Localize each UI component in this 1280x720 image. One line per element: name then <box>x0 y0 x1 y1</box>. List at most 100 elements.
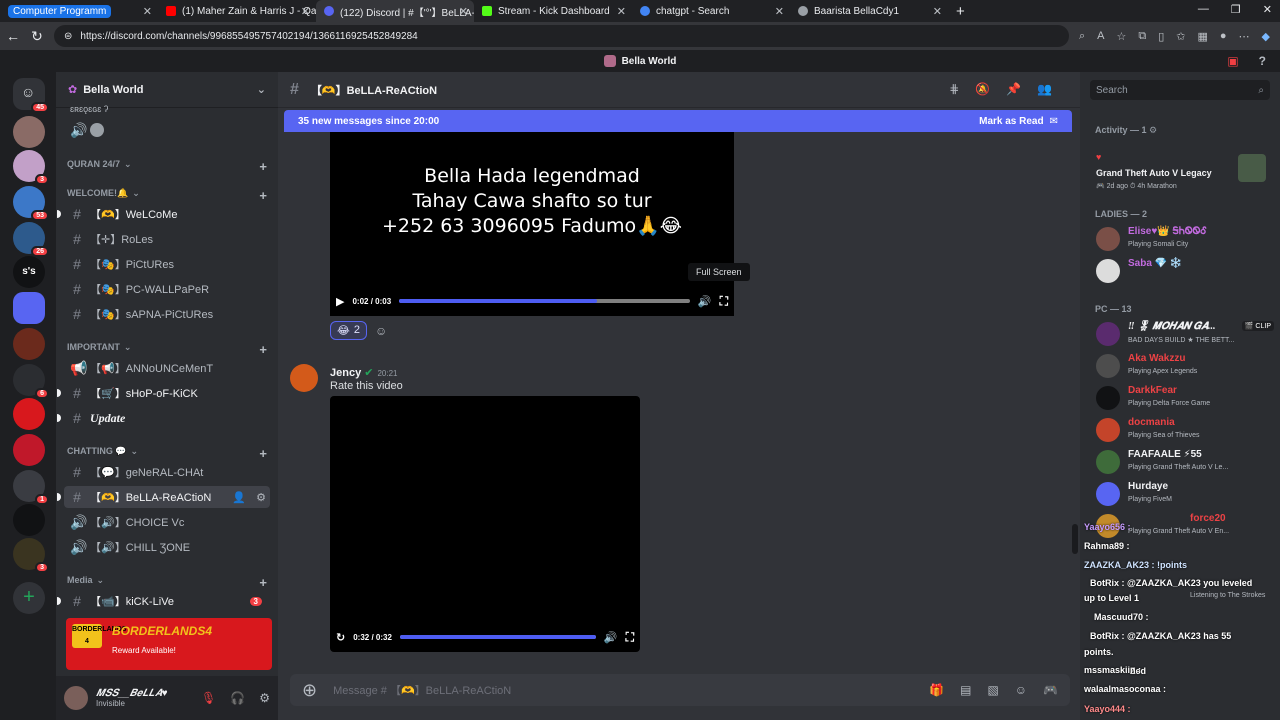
message-author[interactable]: Jency ✔ 20:21 <box>330 366 398 379</box>
fullscreen-icon[interactable]: ⛶ <box>720 294 728 309</box>
split-screen-icon[interactable]: ▯ <box>1158 30 1164 43</box>
close-icon[interactable]: ✕ <box>617 5 626 18</box>
add-channel-icon[interactable]: + <box>259 159 267 174</box>
server-icon[interactable]: 26 <box>13 222 49 257</box>
scrollbar[interactable] <box>1072 524 1078 554</box>
mark-as-read-button[interactable]: Mark as Read <box>979 116 1043 127</box>
activity-card[interactable]: ♥ Grand Theft Auto V Legacy 🎮 2d ago ⏱ 4… <box>1090 150 1272 196</box>
category-quran[interactable]: Quran 24/7 ⌄ + <box>67 159 267 174</box>
reaction-button[interactable]: 😂 2 <box>330 321 367 340</box>
maximize-button[interactable]: ❐ <box>1231 3 1241 16</box>
video-player[interactable]: ↻ 0:32 / 0:32 🔊 ⛶ <box>330 396 640 652</box>
server-icon[interactable] <box>13 116 45 148</box>
fullscreen-icon[interactable]: ⛶ <box>626 630 634 645</box>
member-item[interactable]: DarkkFear Playing Delta Force Game <box>1094 382 1274 414</box>
direct-messages-icon[interactable]: ☺ 45 <box>13 78 49 113</box>
server-icon[interactable] <box>13 328 45 360</box>
new-tab-button[interactable]: + <box>948 3 973 20</box>
volume-icon[interactable]: 🔊 <box>698 295 712 308</box>
play-icon[interactable]: ▶ <box>336 295 344 308</box>
server-icon[interactable]: 6 <box>13 364 49 399</box>
category-important[interactable]: IMPORTANT ⌄ + <box>67 342 267 357</box>
add-reaction-icon[interactable]: ☺ <box>375 324 387 338</box>
member-item[interactable]: Saba 💎 ❄️ <box>1094 255 1274 287</box>
invite-icon[interactable]: 👤 <box>232 491 246 504</box>
channel-bella-reaction[interactable]: # 【🫶】BeLLA-ReACtioN 👤 ⚙ <box>57 486 270 508</box>
channel-announcement[interactable]: 📢 【📢】ANNoUNCeMenT <box>64 357 270 379</box>
server-icon[interactable] <box>13 398 45 430</box>
channel-sapna-pictures[interactable]: # 【🎭】sAPNA-PiCtURes <box>64 303 270 325</box>
tab-baarista[interactable]: Baarista BellaCdy1 ✕ <box>790 0 948 22</box>
close-icon[interactable]: ✕ <box>143 5 152 18</box>
add-channel-icon[interactable]: + <box>259 342 267 357</box>
gif-icon[interactable]: ▤ <box>960 683 971 697</box>
member-item[interactable]: Hurdaye Playing FiveM <box>1094 478 1274 510</box>
headphones-icon[interactable]: 🎧 <box>230 691 245 705</box>
member-item[interactable]: ‼ 🎖 𝑴𝑶𝑯𝑨𝑵 𝑮𝑨... 🎬 CLIP BAD DAYS BUILD ★ TH… <box>1094 318 1274 350</box>
tab-kick[interactable]: Stream - Kick Dashboard ✕ <box>474 0 632 22</box>
message-input[interactable]: Message # 【🫶】BeLLA-ReACtioN <box>333 682 511 698</box>
channel-choice-vc[interactable]: 🔊 【🔊】CHOICE Vc <box>64 511 270 533</box>
category-chatting[interactable]: CHATTING 💬 ⌄ + <box>67 446 267 461</box>
tab-youtube[interactable]: (1) Maher Zain & Harris J - Qalbi ✕ <box>158 0 316 22</box>
seek-bar[interactable] <box>399 299 690 303</box>
channel-pictures[interactable]: # 【🎭】PiCtURes <box>64 253 270 275</box>
profile-icon[interactable]: ● <box>1220 30 1227 43</box>
member-item[interactable]: Elise♥👑 ᎦᏂᏫᏫᎴ Playing Somali City <box>1094 223 1274 255</box>
channel-general[interactable]: # 【💬】geNeRAL-CHAt <box>64 461 270 483</box>
notification-bell-icon[interactable]: 🔕 <box>975 82 990 96</box>
threads-icon[interactable]: ⋕ <box>949 82 959 96</box>
inbox-icon[interactable]: ▣ <box>1227 54 1238 68</box>
collections-icon[interactable]: ▦ <box>1197 30 1207 43</box>
close-icon[interactable]: ✕ <box>459 5 468 18</box>
server-icon[interactable]: 53 <box>13 186 49 221</box>
search-input[interactable]: Search ⌕ <box>1090 80 1270 100</box>
copilot-icon[interactable]: ◆ <box>1262 30 1270 43</box>
gift-icon[interactable]: 🎁 <box>929 683 944 697</box>
member-item[interactable]: docmania Playing Sea of Thieves <box>1094 414 1274 446</box>
add-server-icon[interactable]: + <box>13 582 45 614</box>
server-icon[interactable]: 1 <box>13 470 49 505</box>
tab-discord[interactable]: (122) Discord | #【'°'】BeLLA-ReAC✕ <box>316 0 474 22</box>
video-player[interactable]: Bella Hada legendmad Tahay Cawa shafto s… <box>330 132 734 316</box>
avatar[interactable] <box>64 686 88 710</box>
server-icon[interactable]: s's <box>13 256 45 288</box>
member-list-icon[interactable]: 👥 <box>1037 82 1052 96</box>
channel-item[interactable]: ɛʀɛǫɛɢɛ ʔ <box>64 102 270 116</box>
member-item[interactable]: Aka Wakzzu Playing Apex Legends <box>1094 350 1274 382</box>
channel-pc-wallpaper[interactable]: # 【🎭】PC-WALLPaPeR <box>64 278 270 300</box>
channel-roles[interactable]: # 【✛】RoLes <box>64 228 270 250</box>
gear-icon[interactable]: ⚙ <box>256 491 266 504</box>
chevron-down-icon[interactable]: ⌄ <box>257 83 266 96</box>
tab-computer-programming[interactable]: Computer Programm ✕ <box>0 0 158 22</box>
emoji-icon[interactable]: ☺ <box>1015 683 1027 697</box>
add-channel-icon[interactable]: + <box>259 575 267 590</box>
close-icon[interactable]: ✕ <box>933 5 942 18</box>
seek-bar[interactable] <box>399 635 596 639</box>
replay-icon[interactable]: ↻ <box>336 631 345 644</box>
promo-banner[interactable]: BORDERLANDS 4 BORDERLANDS4 Reward Availa… <box>66 618 272 670</box>
channel-chill-zone[interactable]: 🔊 【🔊】CHILL ƷONE <box>64 536 270 558</box>
attach-plus-icon[interactable]: ⊕ <box>302 680 317 701</box>
help-icon[interactable]: ? <box>1259 54 1266 68</box>
more-menu-icon[interactable]: ⋯ <box>1239 30 1250 43</box>
category-media[interactable]: Media ⌄ + <box>67 575 267 590</box>
favorite-star-icon[interactable]: ☆ <box>1116 30 1126 43</box>
zoom-icon[interactable]: ⌕ <box>1079 30 1085 43</box>
reload-icon[interactable]: ↻ <box>30 28 44 45</box>
gear-icon[interactable]: ⚙ <box>1149 125 1157 135</box>
mute-mic-icon[interactable]: 🎙 <box>201 691 216 705</box>
read-aloud-icon[interactable]: A <box>1097 30 1104 43</box>
close-icon[interactable]: ✕ <box>301 5 310 18</box>
server-icon[interactable] <box>13 504 45 536</box>
gear-icon[interactable]: ⚙ <box>259 691 270 705</box>
tab-search[interactable]: chatgpt - Search ✕ <box>632 0 790 22</box>
server-icon[interactable]: 3 <box>13 538 49 573</box>
sticker-icon[interactable]: ▧ <box>987 683 998 697</box>
site-info-icon[interactable]: ⊜ <box>64 31 72 42</box>
apps-icon[interactable]: 🎮 <box>1043 683 1058 697</box>
add-channel-icon[interactable]: + <box>259 188 267 203</box>
username[interactable]: 𝑴𝑺𝑺__𝑩𝒆𝑳𝑳𝑨♥ <box>96 688 168 699</box>
channel-shop[interactable]: # 【🛒】sHoP-oF-KiCK <box>57 382 270 404</box>
message-composer[interactable]: ⊕ Message # 【🫶】BeLLA-ReACtioN 🎁 ▤ ▧ ☺ 🎮 <box>290 674 1070 706</box>
